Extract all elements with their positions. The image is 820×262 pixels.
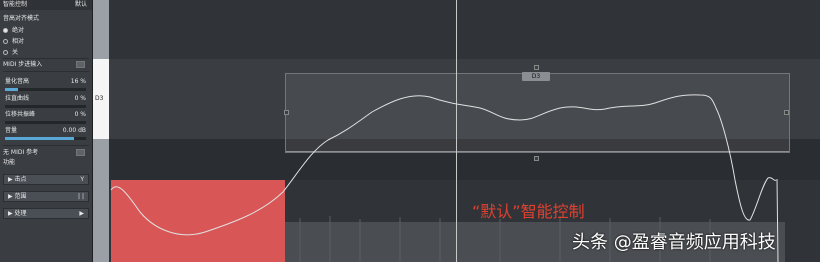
watermark-text: 头条 @盈睿音频应用科技 — [572, 232, 776, 253]
playhead-cursor[interactable] — [456, 0, 457, 262]
resize-handle-left[interactable] — [284, 110, 289, 115]
note-segment[interactable] — [111, 180, 285, 262]
frame-baseline — [286, 151, 789, 152]
selection-frame[interactable] — [285, 73, 790, 153]
resize-handle-right[interactable] — [784, 110, 789, 115]
resize-handle-top[interactable] — [534, 65, 539, 70]
resize-handle-bottom[interactable] — [534, 156, 539, 161]
caption-text: “默认”智能控制 — [472, 202, 585, 221]
selection-pitch-tag: D3 — [522, 72, 550, 81]
